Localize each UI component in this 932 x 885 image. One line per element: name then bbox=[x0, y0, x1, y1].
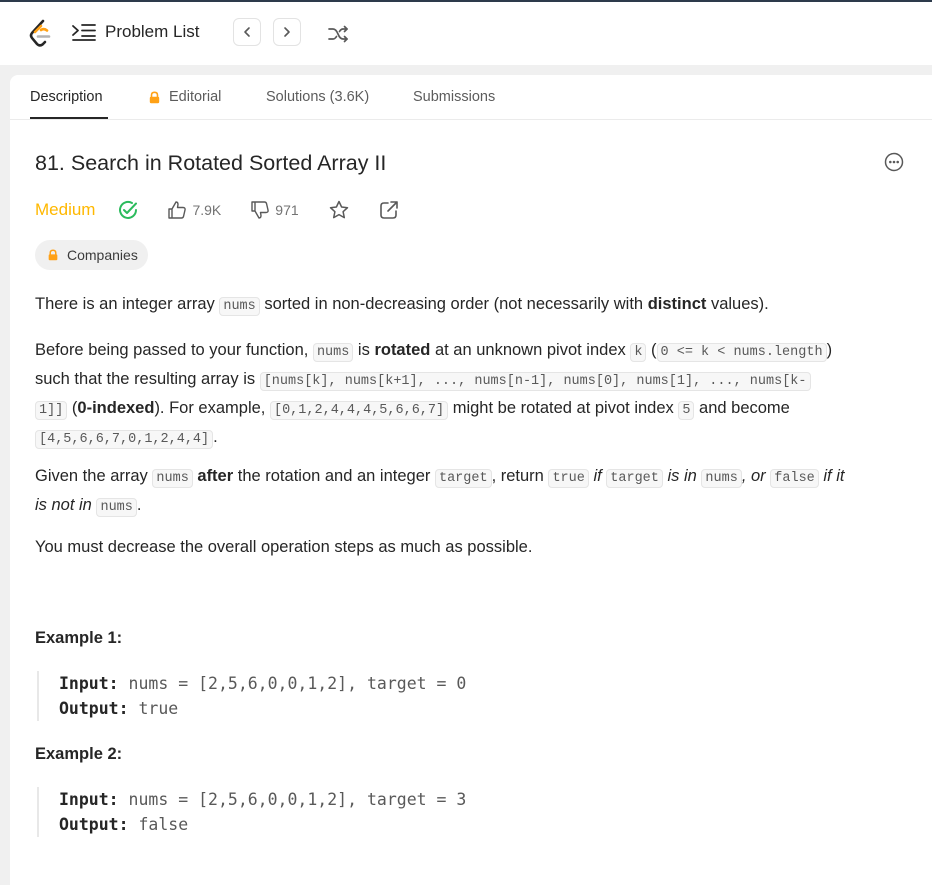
example-1-output: true bbox=[138, 699, 179, 718]
code-nums: nums bbox=[701, 469, 742, 488]
code-nums: nums bbox=[152, 469, 193, 488]
code-range: 0 <= k < nums.length bbox=[656, 343, 827, 362]
thumbs-up-icon bbox=[168, 201, 187, 219]
shuffle-icon[interactable] bbox=[326, 22, 350, 46]
example-2-heading: Example 2: bbox=[35, 745, 123, 763]
code-rotated-array-end: 1]] bbox=[35, 401, 68, 420]
star-icon[interactable] bbox=[328, 199, 350, 221]
code-target: target bbox=[434, 469, 492, 488]
description-paragraph-1: There is an integer array nums sorted in… bbox=[35, 295, 769, 316]
tab-bar: Description Editorial Solutions (3.6K) S… bbox=[10, 75, 932, 120]
active-tab-indicator bbox=[30, 117, 108, 119]
input-label: Input: bbox=[59, 674, 119, 693]
example-1-input: nums = [2,5,6,0,0,1,2], target = 0 bbox=[128, 674, 467, 693]
dislike-count: 971 bbox=[275, 202, 299, 218]
problem-title: 81. Search in Rotated Sorted Array II bbox=[35, 151, 387, 175]
description-paragraph-2: Before being passed to your function, nu… bbox=[35, 341, 833, 449]
code-false: false bbox=[770, 469, 819, 488]
code-target: target bbox=[606, 469, 663, 488]
code-k: k bbox=[630, 343, 647, 362]
solved-check-icon bbox=[119, 200, 138, 219]
description-paragraph-4: You must decrease the overall operation … bbox=[35, 538, 533, 556]
companies-label: Companies bbox=[67, 247, 138, 263]
example-2-input: nums = [2,5,6,0,0,1,2], target = 3 bbox=[128, 790, 467, 809]
code-true: true bbox=[548, 469, 589, 488]
lock-icon bbox=[149, 90, 160, 103]
companies-button[interactable]: Companies bbox=[35, 240, 148, 270]
tab-solutions[interactable]: Solutions (3.6K) bbox=[266, 89, 369, 105]
chevron-right-icon bbox=[284, 27, 290, 37]
tab-editorial[interactable]: Editorial bbox=[148, 89, 221, 105]
share-icon[interactable] bbox=[378, 199, 400, 221]
more-options-icon[interactable] bbox=[884, 152, 904, 172]
code-nums: nums bbox=[312, 343, 354, 362]
tab-submissions[interactable]: Submissions bbox=[413, 89, 495, 105]
list-indent-icon bbox=[72, 24, 96, 41]
example-2-block: Input: nums = [2,5,6,0,0,1,2], target = … bbox=[37, 787, 559, 837]
output-label: Output: bbox=[59, 699, 129, 718]
problem-list-button[interactable]: Problem List bbox=[71, 21, 199, 43]
code-nums: nums bbox=[96, 498, 137, 517]
difficulty-badge: Medium bbox=[35, 200, 96, 219]
like-button[interactable]: 7.9K bbox=[167, 200, 221, 220]
code-pivot: 5 bbox=[678, 401, 695, 420]
example-1-heading: Example 1: bbox=[35, 629, 123, 647]
like-count: 7.9K bbox=[192, 202, 222, 218]
top-navbar: Problem List bbox=[0, 2, 932, 65]
dislike-button[interactable]: 971 bbox=[250, 200, 299, 220]
leetcode-logo-icon[interactable] bbox=[28, 19, 54, 49]
code-example-array: [0,1,2,4,4,4,5,6,6,7] bbox=[269, 401, 449, 420]
input-label: Input: bbox=[59, 790, 119, 809]
problem-meta-row: Medium 7.9K 971 bbox=[35, 198, 400, 222]
example-2-output: false bbox=[138, 815, 189, 834]
description-paragraph-3: Given the array nums after the rotation … bbox=[35, 467, 845, 517]
tab-description[interactable]: Description bbox=[30, 89, 103, 105]
tab-editorial-label: Editorial bbox=[169, 89, 222, 105]
output-label: Output: bbox=[59, 815, 129, 834]
prev-problem-button[interactable] bbox=[233, 18, 261, 46]
example-1-block: Input: nums = [2,5,6,0,0,1,2], target = … bbox=[37, 671, 559, 721]
description-panel: Description Editorial Solutions (3.6K) S… bbox=[10, 75, 932, 885]
lock-icon bbox=[48, 249, 58, 261]
next-problem-button[interactable] bbox=[273, 18, 301, 46]
code-rotated-example: [4,5,6,6,7,0,1,2,4,4] bbox=[35, 430, 214, 449]
code-nums: nums bbox=[219, 297, 260, 316]
problem-list-label: Problem List bbox=[105, 22, 200, 41]
thumbs-down-icon bbox=[251, 201, 270, 219]
chevron-left-icon bbox=[244, 27, 250, 37]
code-rotated-array: [nums[k], nums[k+1], ..., nums[n-1], num… bbox=[259, 372, 811, 391]
